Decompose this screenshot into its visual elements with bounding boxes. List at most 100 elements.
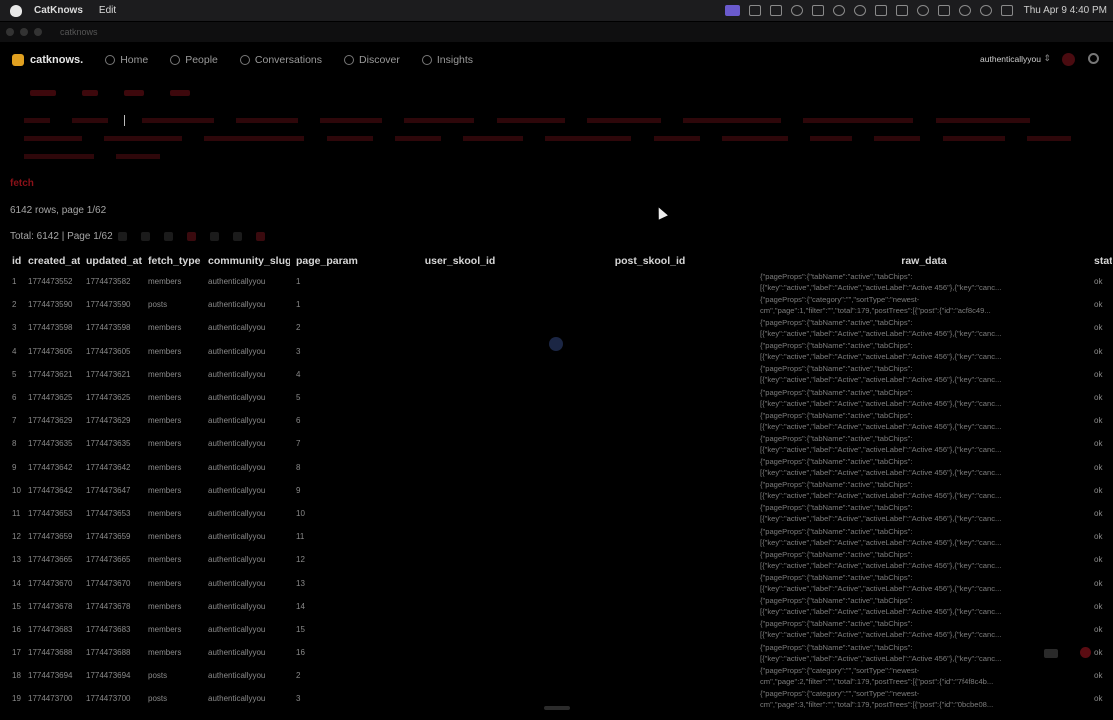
column-header[interactable]: status xyxy=(1088,252,1112,270)
table-row[interactable]: 11 1774473653 1774473653 members authentical… xyxy=(6,502,1113,525)
column-header[interactable]: fetch_type xyxy=(142,252,202,270)
keyboard-icon[interactable] xyxy=(1044,649,1058,658)
column-header[interactable]: user_skool_id xyxy=(374,252,540,270)
menu-edit[interactable]: Edit xyxy=(99,5,116,16)
chip[interactable] xyxy=(24,136,82,141)
chip[interactable] xyxy=(810,136,853,141)
table-row[interactable]: 5 1774473621 1774473621 members authenticall… xyxy=(6,363,1113,386)
chip[interactable] xyxy=(326,136,373,141)
table-row[interactable]: 10 1774473642 1774473647 members authentical… xyxy=(6,479,1113,502)
column-header[interactable]: id xyxy=(6,252,22,270)
nav-home[interactable]: Home xyxy=(105,54,148,66)
table-row[interactable]: 3 1774473598 1774473598 members authenticall… xyxy=(6,316,1113,339)
tab-placeholder[interactable] xyxy=(124,90,144,96)
cell-community-slug: authenticallyyou xyxy=(208,578,266,588)
dropbox-icon[interactable] xyxy=(769,5,782,16)
chip[interactable] xyxy=(24,118,50,123)
chip[interactable] xyxy=(141,118,214,123)
horizontal-scrollbar[interactable] xyxy=(544,706,570,710)
table-row[interactable]: 9 1774473642 1774473642 members authenticall… xyxy=(6,456,1113,479)
play-icon[interactable] xyxy=(853,5,866,16)
apple-menu-icon[interactable] xyxy=(10,4,22,17)
nav-discover[interactable]: Discover xyxy=(344,54,400,66)
chip[interactable] xyxy=(721,136,788,141)
chip[interactable] xyxy=(653,136,700,141)
chip[interactable] xyxy=(586,118,661,123)
table-row[interactable]: 6 1774473625 1774473625 members authenticall… xyxy=(6,386,1113,409)
chip[interactable] xyxy=(235,118,298,123)
table-row[interactable]: 13 1774473665 1774473665 members authentical… xyxy=(6,548,1113,571)
table-row[interactable]: 15 1774473678 1774473678 members authentical… xyxy=(6,595,1113,618)
table-row[interactable]: 12 1774473659 1774473659 members authentical… xyxy=(6,525,1113,548)
column-header[interactable]: post_skool_id xyxy=(540,252,754,270)
table-row[interactable]: 18 1774473694 1774473694 posts authentically… xyxy=(6,664,1113,687)
table-row[interactable]: 7 1774473629 1774473629 members authenticall… xyxy=(6,409,1113,432)
nav-people[interactable]: People xyxy=(170,54,218,66)
battery-icon[interactable] xyxy=(937,5,950,16)
chip[interactable] xyxy=(104,136,183,141)
table-row[interactable]: 2 1774473590 1774473590 posts authenticallyy… xyxy=(6,293,1113,316)
raw-data-line: {"pageProps":{"tabName":"active","tabChi… xyxy=(760,341,913,351)
chip[interactable] xyxy=(803,118,914,123)
page-button[interactable] xyxy=(210,232,219,241)
chip[interactable] xyxy=(1026,136,1071,141)
gear-icon[interactable] xyxy=(1088,53,1099,64)
bolt-icon[interactable] xyxy=(895,5,908,16)
chip[interactable] xyxy=(24,154,94,159)
tab-placeholder[interactable] xyxy=(30,90,56,96)
nav-insights[interactable]: Insights xyxy=(421,54,473,66)
next-page-button[interactable] xyxy=(233,232,242,241)
minimize-window-button[interactable] xyxy=(20,28,28,36)
menu-app-name[interactable]: CatKnows xyxy=(34,5,83,16)
record-icon[interactable] xyxy=(1080,647,1091,658)
chip[interactable] xyxy=(874,136,921,141)
page-button[interactable] xyxy=(187,232,196,241)
display-icon[interactable] xyxy=(874,5,887,16)
last-page-button[interactable] xyxy=(256,232,265,241)
menubar-clock[interactable]: Thu Apr 9 4:40 PM xyxy=(1024,5,1107,16)
chip[interactable] xyxy=(204,136,305,141)
prev-page-button[interactable] xyxy=(141,232,150,241)
table-row[interactable]: 17 1774473688 1774473688 members authentical… xyxy=(6,641,1113,664)
user-icon[interactable] xyxy=(832,5,845,16)
search-icon[interactable] xyxy=(979,5,992,16)
first-page-button[interactable] xyxy=(118,232,127,241)
account-icon[interactable] xyxy=(916,5,929,16)
avatar[interactable] xyxy=(1062,53,1075,66)
column-header[interactable]: page_param xyxy=(290,252,374,270)
chip[interactable] xyxy=(935,118,1030,123)
tab-placeholder[interactable] xyxy=(82,90,98,96)
table-row[interactable]: 1 1774473552 1774473582 members authenticall… xyxy=(6,270,1113,293)
account-switcher[interactable]: authenticallyyou xyxy=(980,54,1041,64)
lock-icon[interactable] xyxy=(748,5,761,16)
page-button[interactable] xyxy=(164,232,173,241)
table-row[interactable]: 14 1774473670 1774473670 members authentical… xyxy=(6,571,1113,594)
chip[interactable] xyxy=(320,118,383,123)
chip[interactable] xyxy=(404,118,475,123)
zoom-window-button[interactable] xyxy=(34,28,42,36)
chip[interactable] xyxy=(463,136,524,141)
screen-record-icon[interactable] xyxy=(724,5,740,16)
chip[interactable] xyxy=(545,136,632,141)
table-row[interactable]: 8 1774473635 1774473635 members authenticall… xyxy=(6,432,1113,455)
chip[interactable] xyxy=(942,136,1005,141)
chip[interactable] xyxy=(496,118,565,123)
chip[interactable] xyxy=(394,136,441,141)
control-center-icon[interactable] xyxy=(1000,5,1013,16)
column-header[interactable]: created_at xyxy=(22,252,80,270)
brand-name[interactable]: catknows. xyxy=(30,54,83,66)
column-header[interactable]: raw_data xyxy=(754,252,1088,270)
chip[interactable] xyxy=(72,118,109,123)
column-header[interactable]: updated_at xyxy=(80,252,142,270)
chip[interactable] xyxy=(116,154,161,159)
chevron-updown-icon[interactable]: ⇕ xyxy=(1043,53,1051,64)
wifi-icon[interactable] xyxy=(958,5,971,16)
sync-icon[interactable] xyxy=(790,5,803,16)
cast-icon[interactable] xyxy=(811,5,824,16)
table-row[interactable]: 16 1774473683 1774473683 members authentical… xyxy=(6,618,1113,641)
tab-placeholder[interactable] xyxy=(170,90,190,96)
nav-conversations[interactable]: Conversations xyxy=(239,54,322,66)
column-header[interactable]: community_slug xyxy=(202,252,290,270)
chip[interactable] xyxy=(683,118,782,123)
close-window-button[interactable] xyxy=(6,28,14,36)
